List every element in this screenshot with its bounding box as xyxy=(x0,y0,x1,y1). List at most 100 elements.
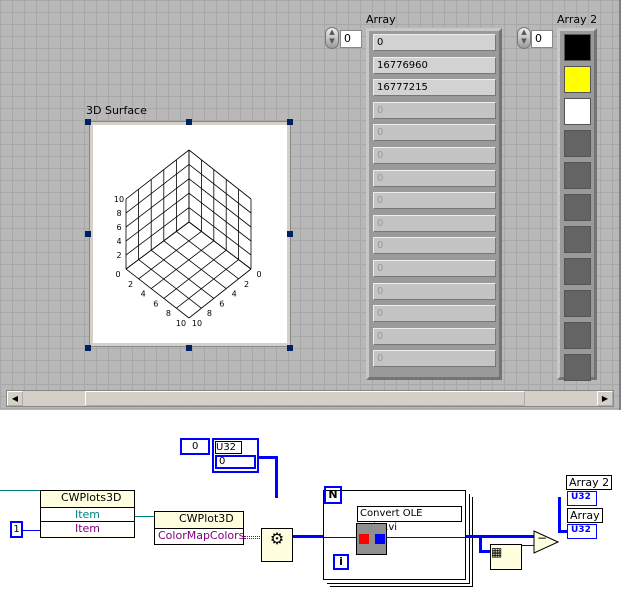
tick-label: 0 xyxy=(115,270,120,279)
tick-label: 2 xyxy=(244,280,249,289)
color-element[interactable] xyxy=(564,194,591,221)
u32-type-label: U32 xyxy=(215,441,242,454)
color-element[interactable] xyxy=(564,258,591,285)
array2-index-input[interactable]: 0 xyxy=(531,30,553,48)
initialize-array-node[interactable]: ▦ xyxy=(490,544,522,570)
array-element[interactable]: 0 xyxy=(373,101,496,119)
resize-handle[interactable] xyxy=(186,345,192,351)
array-indicator-label: Array xyxy=(567,508,603,523)
array-element[interactable]: 16777215 xyxy=(373,79,496,97)
item-constant[interactable]: 1 xyxy=(10,521,23,538)
array-element[interactable]: 16776960 xyxy=(373,56,496,74)
grid-line xyxy=(163,240,227,289)
tick-label: 10 xyxy=(192,319,202,328)
scroll-right-button[interactable]: ▶ xyxy=(597,391,613,406)
array-element[interactable]: 0 xyxy=(373,305,496,323)
grid-line xyxy=(188,221,252,270)
u32-array-constant[interactable]: U32 0 xyxy=(212,438,259,473)
tick-label: 6 xyxy=(219,299,224,308)
cwplot3d-title: CWPlot3D xyxy=(155,512,243,529)
tick-label: 8 xyxy=(116,209,121,218)
grid-line xyxy=(125,221,190,270)
array2-indicator-terminal[interactable]: U32 xyxy=(567,491,597,506)
array2-index-spinner[interactable]: ▲ ▼ xyxy=(517,27,531,49)
item-output[interactable]: Item xyxy=(41,508,134,522)
array-element[interactable]: 0 xyxy=(373,192,496,210)
tick-label: 10 xyxy=(176,319,186,328)
array-element[interactable]: 0 xyxy=(373,260,496,277)
array-element[interactable]: 0 xyxy=(373,124,496,142)
subvi-label: Convert OLE Color.vi xyxy=(357,506,462,533)
tick-label: 8 xyxy=(207,309,212,318)
cwplots3d-title: CWPlots3D xyxy=(41,491,134,508)
resize-handle[interactable] xyxy=(85,231,91,237)
tick-label: 2 xyxy=(116,251,121,260)
resize-handle[interactable] xyxy=(85,345,91,351)
grid-line xyxy=(125,268,190,319)
array-element[interactable]: 0 xyxy=(373,282,496,300)
tick-label: 2 xyxy=(128,280,133,289)
item-input[interactable]: Item xyxy=(41,522,134,536)
array-grid-icon: ▦ xyxy=(491,545,503,559)
tick-label: 10 xyxy=(114,195,124,204)
color-element[interactable] xyxy=(564,66,591,93)
grid-line xyxy=(188,149,252,200)
color-element[interactable] xyxy=(564,322,591,349)
3d-surface-graph[interactable]: 2 4 6 8 10 0 2 4 6 8 10 0 2 4 6 8 10 xyxy=(89,121,291,347)
cwplots3d-property-node[interactable]: CWPlots3D Item Item xyxy=(40,490,135,538)
tick-label: 6 xyxy=(153,299,158,308)
grid-line xyxy=(176,259,239,309)
grid-line xyxy=(150,240,215,289)
resize-handle[interactable] xyxy=(287,345,293,351)
color-element[interactable] xyxy=(564,226,591,253)
horizontal-scrollbar[interactable]: ◀ ▶ xyxy=(6,390,614,407)
resize-handle[interactable] xyxy=(85,119,91,125)
array-element[interactable]: 0 xyxy=(373,214,496,232)
variant-to-data-node[interactable]: ⚙ xyxy=(261,528,293,562)
convert-ole-color-subvi[interactable] xyxy=(356,523,387,555)
array2-control xyxy=(557,28,597,381)
array-element[interactable]: 0 xyxy=(373,237,496,255)
resize-handle[interactable] xyxy=(287,231,293,237)
array-index-spinner[interactable]: ▲ ▼ xyxy=(325,27,339,49)
loop-index-terminal: i xyxy=(333,554,349,570)
color-element[interactable] xyxy=(564,34,591,61)
grid-line xyxy=(125,178,190,228)
gear-icon: ⚙ xyxy=(269,529,285,548)
array-element[interactable]: 0 xyxy=(373,34,496,51)
tick-label: 4 xyxy=(141,290,146,299)
array-element[interactable]: 0 xyxy=(373,327,496,345)
grid-line xyxy=(125,164,190,214)
color-element[interactable] xyxy=(564,162,591,189)
array-control: 0 16776960 16777215 0 0 0 0 0 0 0 0 0 0 0 0 xyxy=(366,28,502,380)
grid-line xyxy=(138,259,202,309)
u32-value[interactable]: 0 xyxy=(215,455,256,469)
grid-line xyxy=(125,149,190,200)
array-element[interactable]: 0 xyxy=(373,350,496,368)
color-element[interactable] xyxy=(564,354,591,381)
array-label: Array xyxy=(366,13,396,26)
scroll-thumb[interactable] xyxy=(85,391,525,406)
array-element[interactable]: 0 xyxy=(373,169,496,187)
grid-line xyxy=(188,268,252,319)
color-element[interactable] xyxy=(564,130,591,157)
grid-line xyxy=(188,164,252,214)
tick-label: 8 xyxy=(166,309,171,318)
tick-label: 4 xyxy=(116,237,121,246)
resize-handle[interactable] xyxy=(186,119,192,125)
array-indicator-terminal[interactable]: U32 xyxy=(567,524,597,539)
array-element[interactable]: 0 xyxy=(373,147,496,164)
array2-label: Array 2 xyxy=(557,13,598,26)
front-panel: 3D Surface 2 4 6 8 10 0 2 4 6 8 10 0 2 4 6 8 10 Array ▲ ▼… xyxy=(0,0,621,410)
tick-label: 0 xyxy=(256,270,261,279)
colormapcolors-output[interactable]: ColorMapColors xyxy=(155,529,244,544)
color-element[interactable] xyxy=(564,290,591,317)
for-loop[interactable]: N i Convert OLE Color.vi xyxy=(323,486,466,580)
color-element[interactable] xyxy=(564,98,591,125)
index-constant[interactable]: 0 xyxy=(180,438,210,455)
cwplot3d-property-node[interactable]: CWPlot3D ColorMapColors xyxy=(154,511,244,545)
resize-handle[interactable] xyxy=(287,119,293,125)
array-index-input[interactable]: 0 xyxy=(340,30,362,48)
scroll-left-button[interactable]: ◀ xyxy=(7,391,23,406)
grid-line xyxy=(163,249,227,299)
